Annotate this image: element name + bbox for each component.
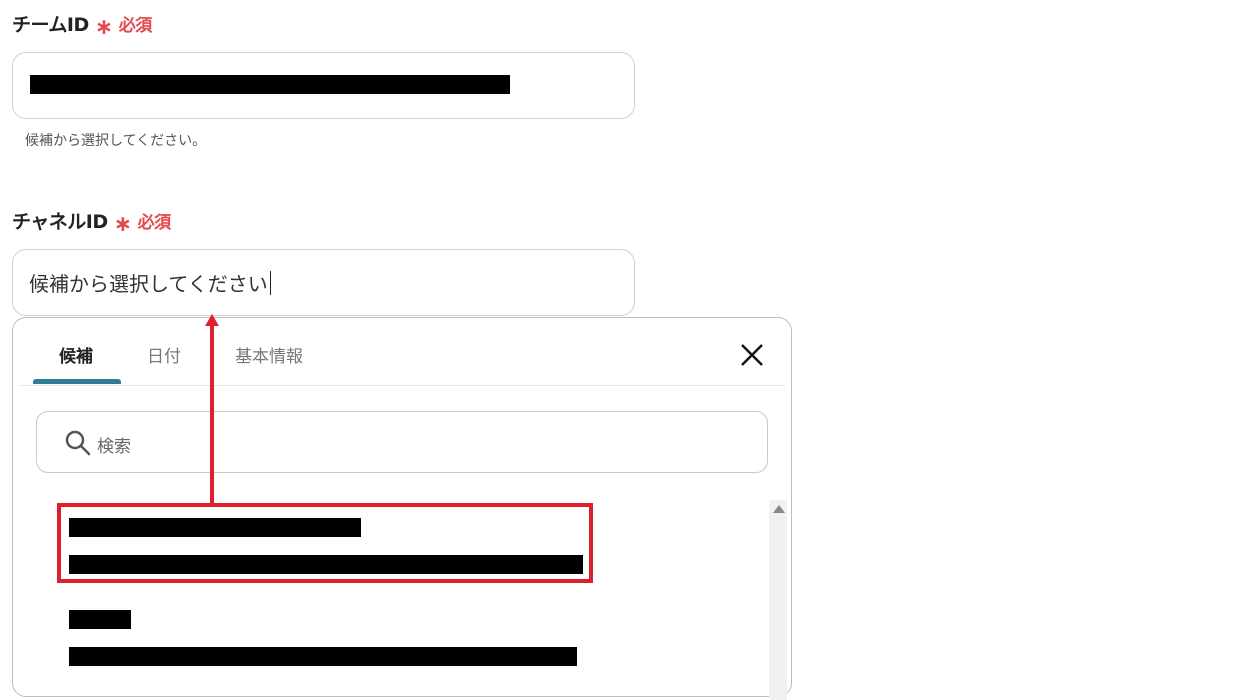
required-asterisk-icon: ∗ [113, 212, 132, 237]
required-asterisk-icon: ∗ [94, 15, 113, 40]
team-id-label: チームID ∗ 必須 [12, 10, 153, 40]
channel-id-label: チャネルID ∗ 必須 [12, 207, 172, 237]
team-id-helper-text: 候補から選択してください。 [25, 133, 207, 149]
list-item[interactable] [53, 600, 613, 690]
dropdown-tab-bar: 候補 日付 基本情報 [19, 318, 785, 386]
text-caret [269, 270, 271, 295]
tab-date[interactable]: 日付 [147, 342, 181, 367]
channel-id-value-text: 候補から選択してください [29, 272, 268, 296]
tab-basic-info[interactable]: 基本情報 [235, 342, 303, 367]
redacted-option-title [69, 610, 131, 629]
tab-candidates[interactable]: 候補 [59, 342, 93, 367]
redacted-option-id [69, 647, 577, 666]
close-icon[interactable] [737, 340, 767, 370]
redacted-team-id-value [30, 75, 510, 94]
annotation-highlight-box [57, 503, 593, 583]
scrollbar[interactable] [769, 500, 787, 700]
active-tab-indicator [33, 379, 121, 384]
scroll-up-arrow-icon[interactable] [773, 505, 785, 513]
search-input[interactable]: 検索 [36, 411, 768, 473]
annotation-arrow-up-icon [205, 314, 219, 326]
required-badge: 必須 [118, 16, 153, 36]
search-icon [65, 430, 91, 456]
annotation-arrow-line [210, 326, 214, 504]
channel-id-input-value: 候補から選択してください [29, 268, 271, 297]
team-id-input[interactable] [12, 52, 635, 119]
team-id-label-text: チームID [12, 14, 89, 36]
required-badge: 必須 [137, 213, 172, 233]
channel-id-label-text: チャネルID [12, 211, 108, 233]
channel-id-input[interactable]: 候補から選択してください [12, 249, 635, 316]
search-placeholder: 検索 [97, 437, 131, 457]
